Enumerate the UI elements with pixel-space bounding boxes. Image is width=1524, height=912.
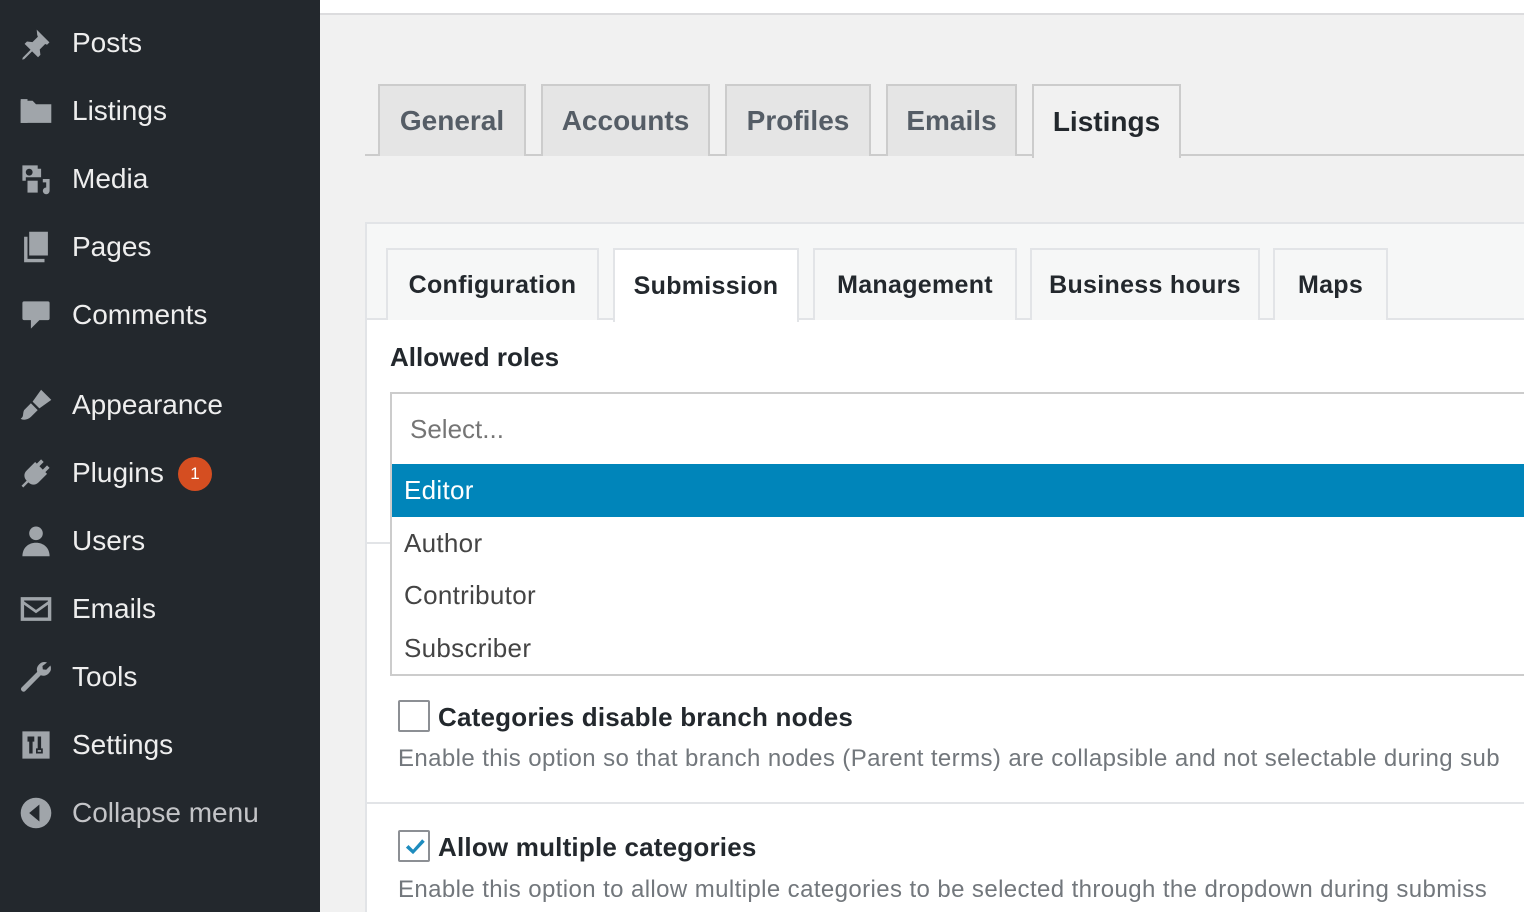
sidebar-item-label: Collapse menu: [72, 797, 259, 828]
collapse-menu-button[interactable]: Collapse menu: [0, 785, 320, 841]
role-option-subscriber[interactable]: Subscriber: [392, 622, 1524, 674]
allow-multiple-categories-checkbox[interactable]: [398, 830, 430, 862]
role-option-editor[interactable]: Editor: [392, 464, 1524, 517]
allowed-roles-search-input[interactable]: [392, 394, 1524, 464]
plug-icon: [18, 455, 54, 491]
pages-icon: [18, 229, 54, 265]
sidebar-item-label: Appearance: [72, 389, 224, 420]
categories-disable-branch-nodes-label: Categories disable branch nodes: [438, 702, 854, 732]
sidebar-item-settings[interactable]: Settings: [0, 717, 320, 773]
wrench-icon: [18, 659, 54, 695]
subtab-submission[interactable]: Submission: [613, 248, 799, 322]
role-option-author[interactable]: Author: [392, 517, 1524, 569]
row-divider: [365, 542, 391, 544]
subtab-business-hours[interactable]: Business hours: [1030, 248, 1260, 320]
checkmark-icon: [405, 839, 425, 855]
top-bar: [320, 0, 1524, 15]
update-count-badge: 1: [178, 457, 212, 491]
sidebar-item-label: Tools: [72, 661, 138, 692]
user-icon: [18, 523, 54, 559]
sidebar-item-label: Listings: [72, 95, 167, 126]
subtab-maps[interactable]: Maps: [1273, 248, 1388, 320]
sidebar-item-pages[interactable]: Pages: [0, 219, 320, 275]
admin-sidebar: Posts Listings Media Pages Comments Appe…: [0, 0, 320, 912]
media-icon: [18, 161, 54, 197]
role-option-contributor[interactable]: Contributor: [392, 569, 1524, 621]
pushpin-icon: [18, 25, 54, 61]
sidebar-item-label: Comments: [72, 299, 208, 330]
sidebar-item-label: Pages: [72, 231, 152, 262]
allow-multiple-categories-label: Allow multiple categories: [438, 832, 757, 862]
comment-icon: [18, 297, 54, 333]
settings-icon: [18, 727, 54, 763]
sidebar-item-users[interactable]: Users: [0, 513, 320, 569]
subtab-configuration[interactable]: Configuration: [386, 248, 599, 320]
tab-emails[interactable]: Emails: [886, 84, 1017, 156]
sidebar-item-tools[interactable]: Tools: [0, 649, 320, 705]
allowed-roles-label: Allowed roles: [390, 342, 560, 372]
subtab-management[interactable]: Management: [813, 248, 1017, 320]
sidebar-item-appearance[interactable]: Appearance: [0, 377, 320, 433]
sidebar-item-label: Media: [72, 163, 149, 194]
sidebar-item-label: Plugins: [72, 457, 164, 488]
folder-icon: [18, 93, 54, 129]
sidebar-item-media[interactable]: Media: [0, 151, 320, 207]
row-divider: [367, 802, 1524, 804]
tab-listings[interactable]: Listings: [1032, 84, 1181, 158]
sidebar-item-listings[interactable]: Listings: [0, 83, 320, 139]
sidebar-item-label: Posts: [72, 27, 143, 58]
paintbrush-icon: [18, 387, 54, 423]
tab-profiles[interactable]: Profiles: [725, 84, 871, 156]
collapse-arrow-icon: [18, 795, 54, 831]
sidebar-item-label: Settings: [72, 729, 174, 760]
categories-disable-branch-nodes-checkbox[interactable]: [398, 700, 430, 732]
sidebar-item-comments[interactable]: Comments: [0, 287, 320, 343]
sidebar-item-label: Emails: [72, 593, 157, 624]
sidebar-item-emails[interactable]: Emails: [0, 581, 320, 637]
tab-general[interactable]: General: [378, 84, 526, 156]
sidebar-item-plugins[interactable]: Plugins 1: [0, 445, 320, 501]
categories-disable-branch-nodes-description: Enable this option so that branch nodes …: [398, 745, 1500, 772]
tab-accounts[interactable]: Accounts: [541, 84, 710, 156]
sidebar-item-posts[interactable]: Posts: [0, 15, 320, 71]
envelope-icon: [18, 591, 54, 627]
allow-multiple-categories-description: Enable this option to allow multiple cat…: [398, 876, 1488, 903]
sidebar-item-label: Users: [72, 525, 146, 556]
